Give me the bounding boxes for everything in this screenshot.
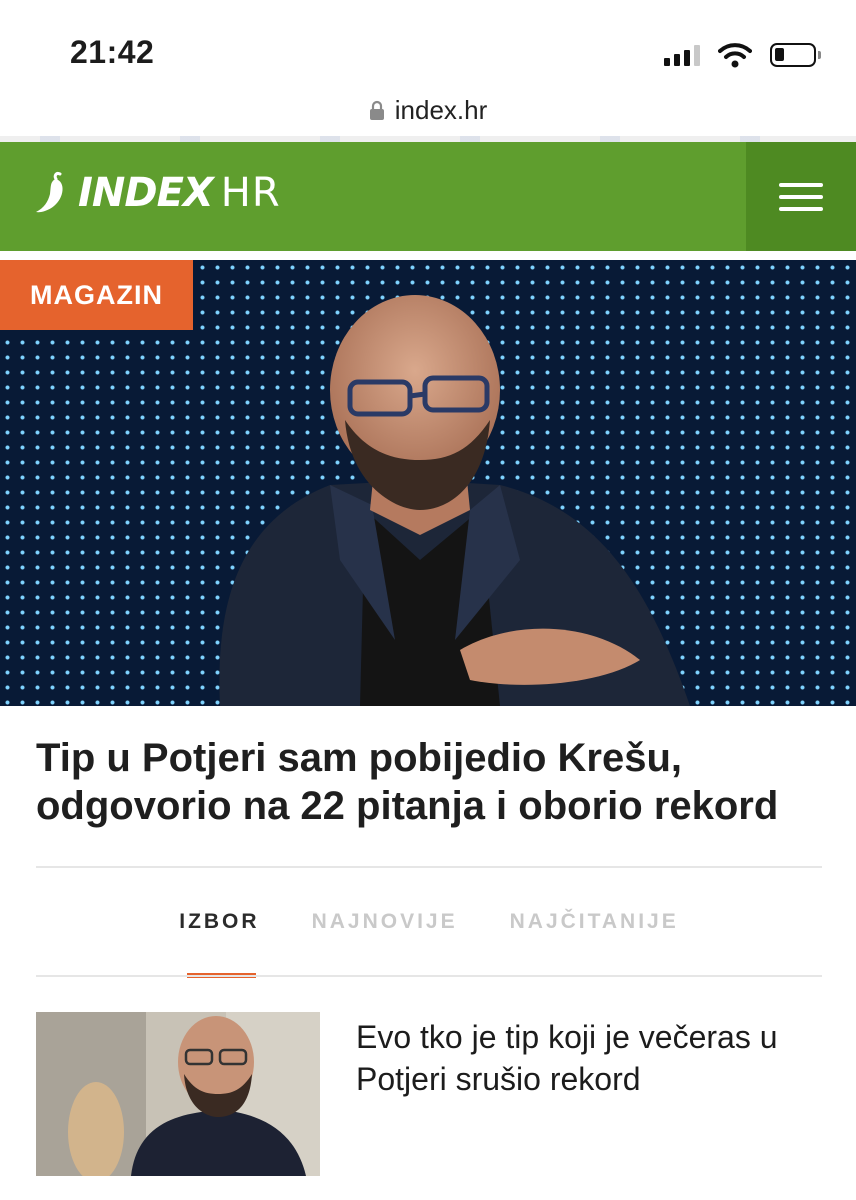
status-time: 21:42 bbox=[70, 34, 155, 70]
article-title[interactable]: Evo tko je tip koji je večeras u Potjeri… bbox=[356, 1016, 822, 1100]
category-badge[interactable]: MAGAZIN bbox=[0, 260, 193, 330]
tab-izbor[interactable]: IZBOR bbox=[153, 868, 285, 978]
url-text: index.hr bbox=[394, 94, 488, 125]
featured-headline[interactable]: Tip u Potjeri sam pobijedio Krešu, odgov… bbox=[36, 734, 826, 830]
signal-icon bbox=[664, 44, 700, 66]
article-thumbnail[interactable] bbox=[36, 1012, 320, 1176]
lock-icon bbox=[369, 100, 384, 120]
wifi-icon bbox=[718, 43, 752, 68]
site-header: INDEX HR bbox=[0, 142, 856, 251]
article-list-item[interactable]: Evo tko je tip koji je večeras u Potjeri… bbox=[36, 1012, 822, 1182]
tab-najcitanije[interactable]: NAJČITANIJE bbox=[484, 868, 705, 976]
logo-suffix-text: HR bbox=[220, 170, 281, 216]
logo-main-text: INDEX bbox=[78, 170, 214, 216]
battery-icon bbox=[770, 43, 821, 67]
tab-bar: IZBOR NAJNOVIJE NAJČITANIJE bbox=[36, 868, 822, 978]
tabs-divider-bottom bbox=[36, 975, 822, 977]
tab-najnovije[interactable]: NAJNOVIJE bbox=[286, 868, 484, 976]
status-icons bbox=[664, 40, 821, 70]
chili-pepper-icon bbox=[36, 172, 63, 213]
status-bar: 21:42 bbox=[0, 0, 856, 90]
thumbnail-photo-person bbox=[36, 1012, 320, 1176]
hamburger-menu-icon[interactable] bbox=[746, 142, 856, 251]
site-logo[interactable]: INDEX HR bbox=[34, 170, 281, 216]
address-bar[interactable]: index.hr bbox=[0, 88, 856, 132]
battery-level bbox=[775, 48, 784, 61]
